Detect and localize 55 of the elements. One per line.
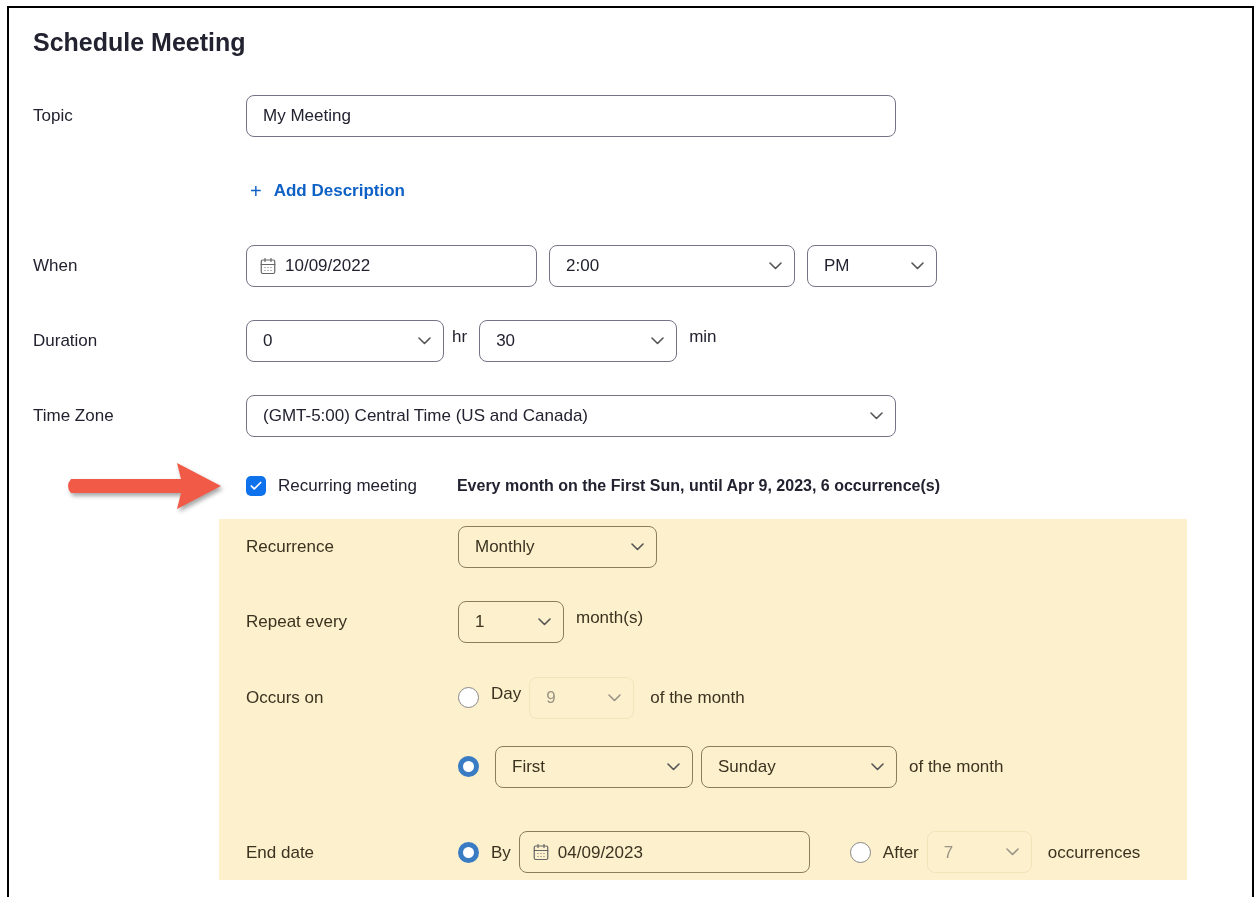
date-value: 04/09/2023 [557, 841, 643, 864]
dropdown[interactable]: Monthly [458, 525, 657, 568]
dropdown[interactable]: PM [807, 244, 937, 287]
dropdown[interactable]: 2:00 [549, 244, 795, 287]
chevron-down-icon [870, 411, 883, 420]
recurrence-summary: Every month on the First Sun, until Apr 9, 2023, 6 occurrence(s) [456, 476, 940, 496]
option-label: By [491, 841, 511, 864]
chevron-down-icon [631, 542, 644, 551]
dropdown[interactable]: 0 [246, 319, 444, 362]
field-label: Topic [33, 105, 73, 125]
unit-label: min [689, 325, 717, 348]
chevron-down-icon [769, 261, 782, 270]
page-title: Schedule Meeting [33, 27, 246, 59]
field-label: When [33, 255, 78, 275]
radio-button[interactable] [458, 687, 479, 709]
radio-button[interactable] [849, 841, 871, 863]
dropdown[interactable]: 1 [458, 601, 564, 643]
option-label: Day [491, 682, 522, 705]
field-label: Time Zone [33, 405, 114, 425]
chevron-down-icon [608, 693, 622, 702]
date-field[interactable]: 04/09/2023 [518, 831, 810, 874]
dropdown[interactable]: 30 [479, 319, 678, 362]
calendar-icon [531, 843, 550, 862]
chevron-down-icon [538, 618, 551, 626]
option-label: After [882, 841, 919, 864]
chevron-down-icon [911, 261, 924, 270]
radio-button[interactable] [458, 756, 479, 778]
field-label: Duration [33, 330, 98, 350]
chevron-down-icon [651, 336, 665, 345]
date-field[interactable]: 10/09/2022 [246, 244, 537, 287]
field-label: Occurs on [246, 686, 324, 709]
dropdown[interactable]: (GMT-5:00) Central Time (US and Canada) [246, 394, 896, 437]
option-label: occurrences [1047, 841, 1141, 864]
field-label: End date [246, 842, 315, 862]
checkbox[interactable] [246, 476, 266, 496]
chevron-down-icon [418, 336, 431, 345]
chevron-down-icon [667, 762, 680, 771]
chevron-down-icon [871, 762, 884, 771]
add-description-link[interactable]: + Add Description [246, 175, 405, 206]
option-label: of the month [909, 755, 1004, 778]
dropdown[interactable]: Sunday [701, 745, 897, 788]
topic-field[interactable]: My Meeting [246, 94, 896, 137]
calendar-icon [259, 256, 277, 275]
unit-label: hr [452, 325, 468, 348]
field-label: Recurrence [246, 536, 334, 556]
radio-button[interactable] [458, 841, 479, 863]
date-value: 10/09/2022 [285, 254, 371, 277]
field-label: Repeat every [246, 612, 348, 632]
unit-label: month(s) [576, 607, 644, 630]
plus-icon: + [250, 175, 262, 206]
option-label: of the month [650, 686, 745, 709]
check-icon [249, 479, 263, 493]
dropdown[interactable]: First [495, 745, 693, 788]
chevron-down-icon [1005, 848, 1019, 857]
checkbox-label: Recurring meeting [278, 475, 417, 498]
